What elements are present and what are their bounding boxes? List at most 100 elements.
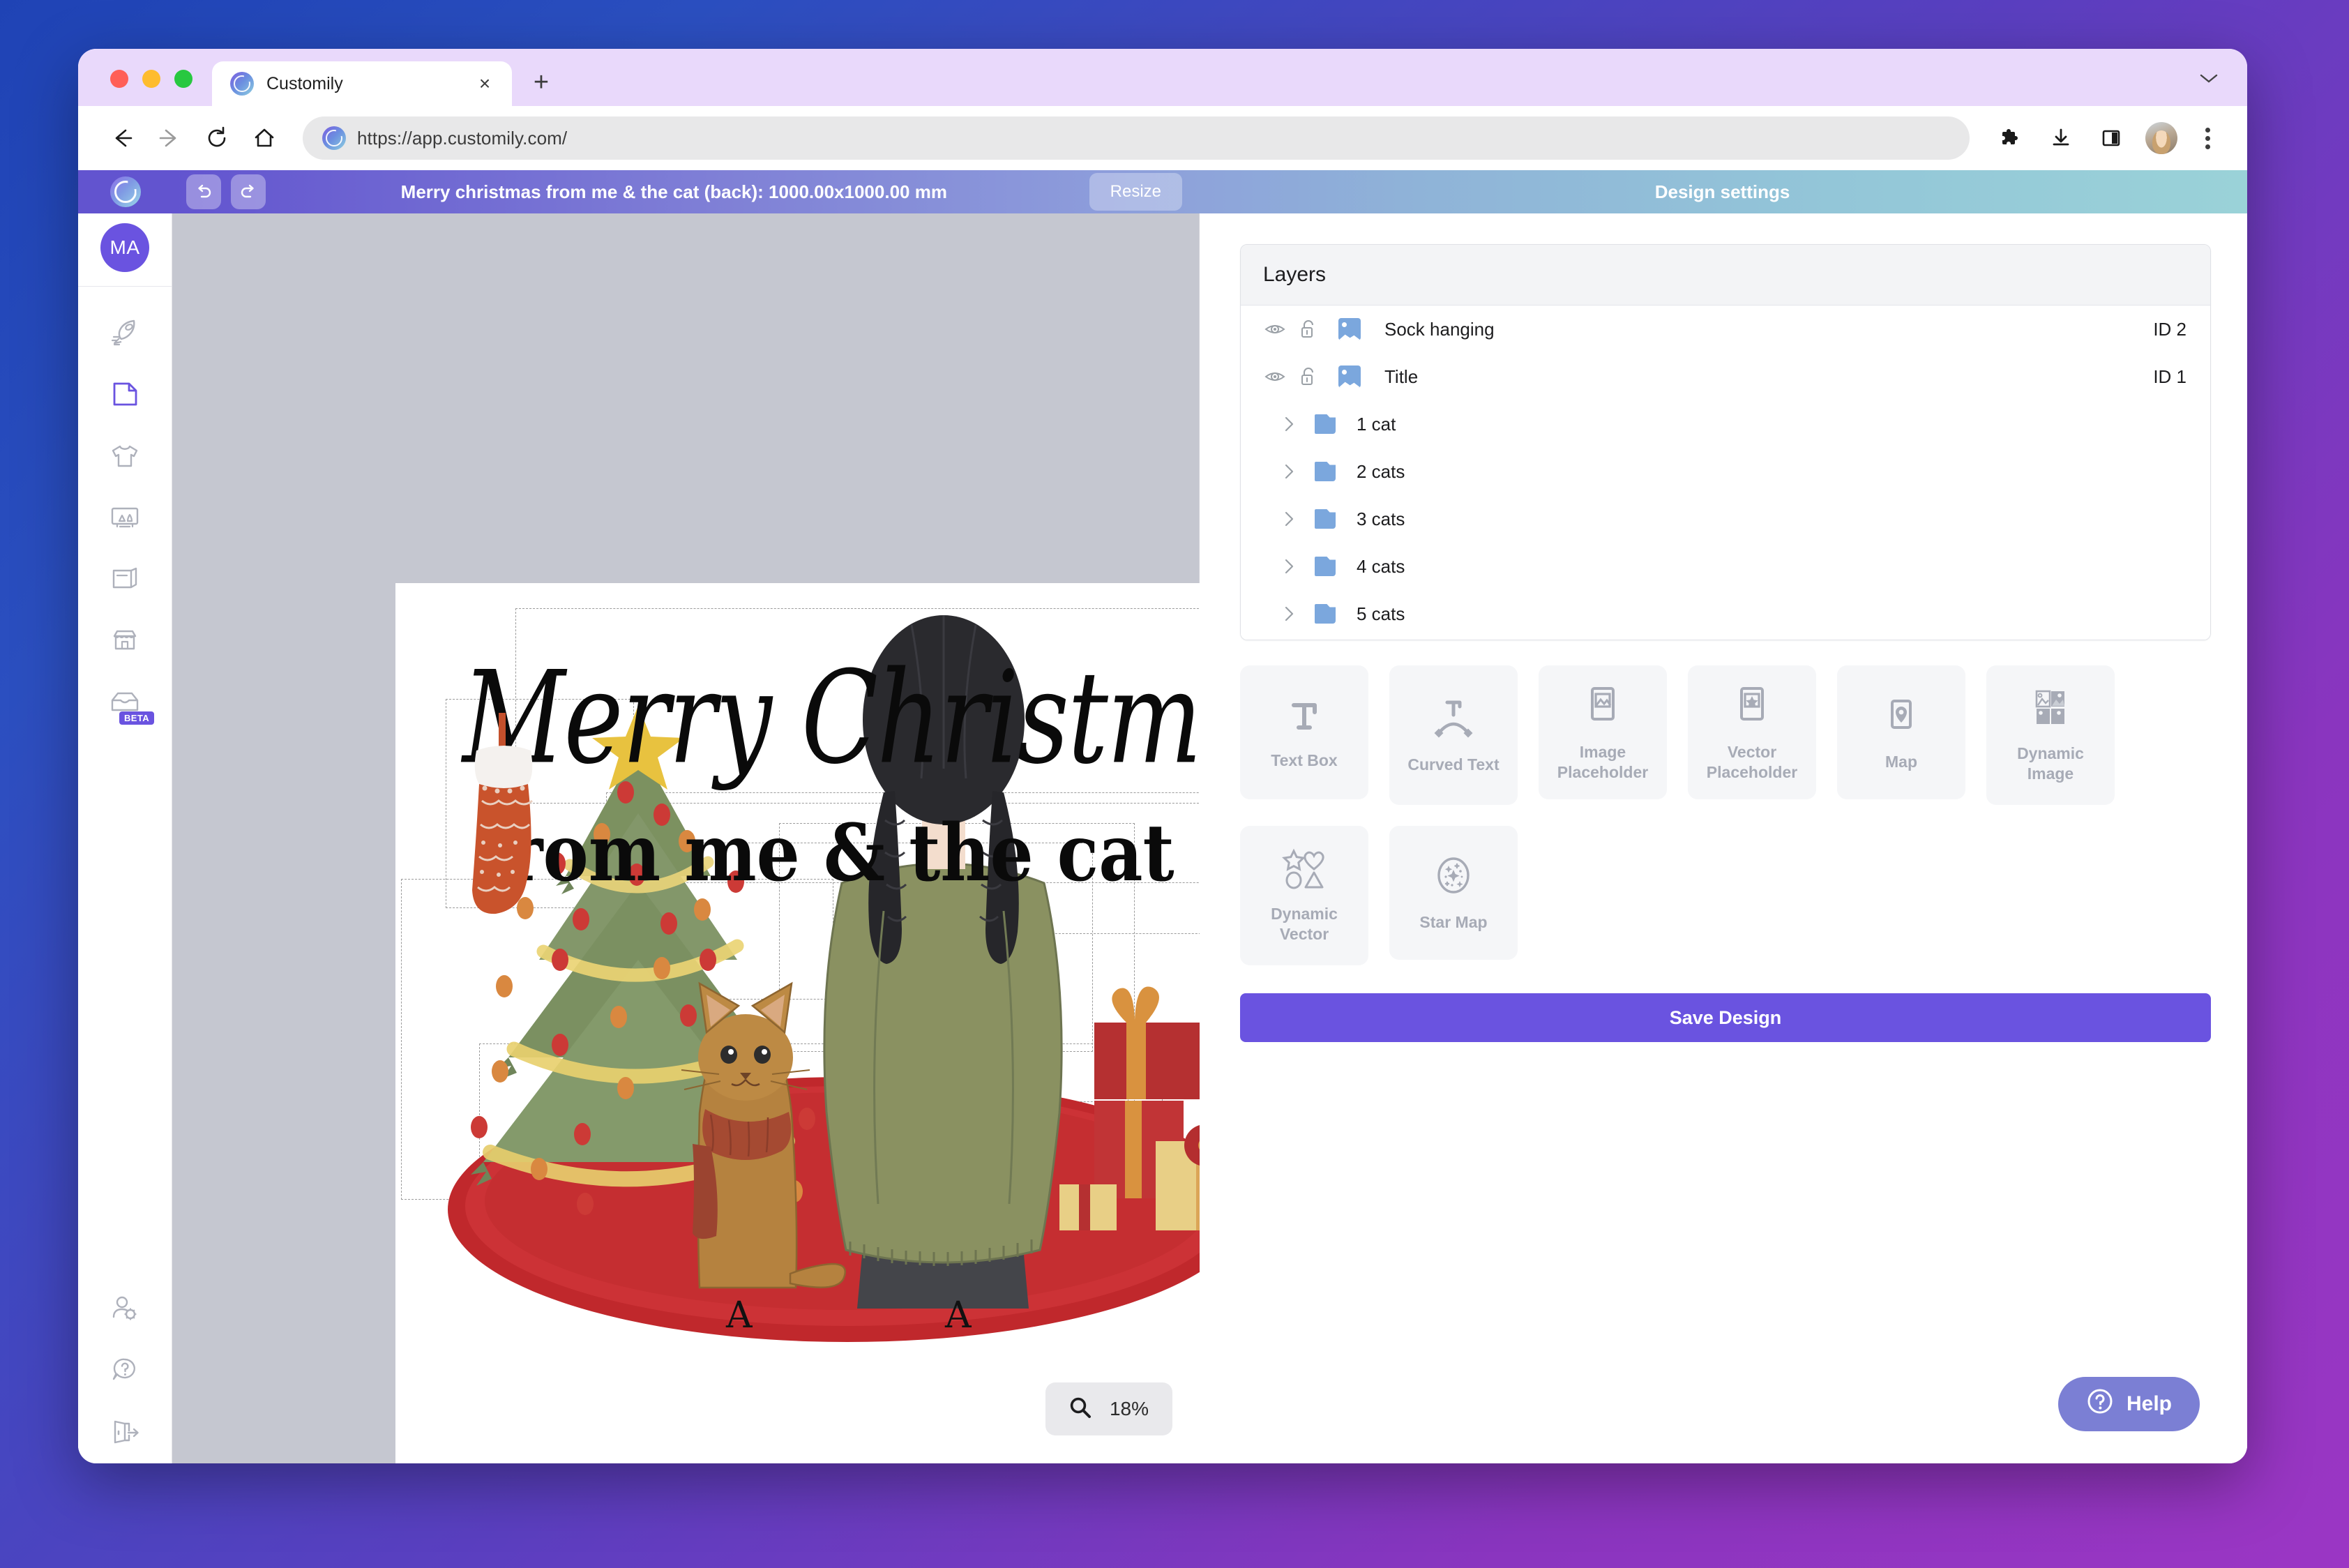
tool-label: Vector Placeholder <box>1688 742 1816 781</box>
maximize-window-button[interactable] <box>174 70 192 88</box>
rail-item-user-settings[interactable] <box>91 1279 158 1341</box>
new-tab-button[interactable]: + <box>523 64 559 100</box>
rail-item-help[interactable] <box>91 1341 158 1402</box>
rail-item-document[interactable] <box>91 365 158 426</box>
unlock-icon[interactable] <box>1299 319 1338 340</box>
canvas-area[interactable]: Merry Christmas from me & the cat <box>172 213 1200 1463</box>
layer-name: Sock hanging <box>1375 319 2153 340</box>
rail-item-rocket[interactable] <box>91 303 158 365</box>
chevron-right-icon[interactable] <box>1283 557 1315 575</box>
redo-button[interactable] <box>231 174 266 209</box>
question-circle-icon <box>2086 1387 2114 1421</box>
home-icon[interactable] <box>243 116 286 160</box>
address-bar[interactable]: https://app.customily.com/ <box>303 116 1970 160</box>
design-settings-title: Design settings <box>1198 181 2247 203</box>
help-button[interactable]: Help <box>2058 1377 2200 1431</box>
table-row[interactable]: 2 cats <box>1241 448 2210 495</box>
group-name: 3 cats <box>1347 508 2186 530</box>
add-dynamic-vector-button[interactable]: Dynamic Vector <box>1240 826 1368 965</box>
folder-icon <box>1315 414 1347 434</box>
group-name: 4 cats <box>1347 556 2186 578</box>
table-row[interactable]: 6 cats <box>1241 638 2210 640</box>
help-label: Help <box>2127 1392 2172 1416</box>
layer-name: Title <box>1375 366 2153 388</box>
undo-button[interactable] <box>186 174 221 209</box>
rocket-icon <box>107 315 142 354</box>
kebab-menu-icon[interactable] <box>2190 128 2225 149</box>
add-text-box-button[interactable]: Text Box <box>1240 665 1368 799</box>
download-icon[interactable] <box>2039 116 2083 160</box>
dynamic-vector-icon <box>1279 847 1329 894</box>
close-icon[interactable]: × <box>473 72 497 96</box>
app-brand[interactable] <box>78 170 172 213</box>
table-row[interactable]: 5 cats <box>1241 590 2210 638</box>
zoom-control[interactable]: 18% <box>1045 1382 1172 1435</box>
magnifier-icon <box>1069 1396 1092 1422</box>
chevron-right-icon[interactable] <box>1283 415 1315 433</box>
logout-icon <box>107 1414 143 1452</box>
divider <box>78 286 172 287</box>
zoom-level: 18% <box>1110 1398 1149 1420</box>
app-top-bar: Merry christmas from me & the cat (back)… <box>78 170 2247 213</box>
map-pin-icon <box>1878 693 1924 742</box>
reload-icon[interactable] <box>195 116 239 160</box>
rail-item-box[interactable]: BETA <box>91 672 158 733</box>
artboard[interactable]: Merry Christmas from me & the cat <box>395 583 1327 1463</box>
document-icon <box>107 377 142 415</box>
table-row[interactable]: 1 cat <box>1241 400 2210 448</box>
storefront-icon <box>107 622 142 661</box>
monitor-preview-icon <box>107 499 142 538</box>
chevron-right-icon[interactable] <box>1283 510 1315 528</box>
save-design-button[interactable]: Save Design <box>1240 993 2211 1042</box>
forward-arrow-icon[interactable] <box>148 116 191 160</box>
rail-item-tshirt[interactable] <box>91 426 158 488</box>
image-thumb-icon <box>1338 365 1375 388</box>
rail-item-store[interactable] <box>91 610 158 672</box>
chevron-down-icon[interactable] <box>2191 61 2226 96</box>
layers-panel: Layers Sock hanging ID 2 <box>1240 244 2211 640</box>
table-row[interactable]: Title ID 1 <box>1241 353 2210 400</box>
element-tools-grid: Text Box Curved Text <box>1240 665 2211 965</box>
curved-text-icon <box>1430 695 1476 745</box>
eye-icon[interactable] <box>1264 319 1299 340</box>
tshirt-icon <box>107 438 142 476</box>
profile-avatar[interactable] <box>2145 122 2177 154</box>
table-row[interactable]: 3 cats <box>1241 495 2210 543</box>
app-body: MA <box>78 213 2247 1463</box>
add-vector-placeholder-button[interactable]: Vector Placeholder <box>1688 665 1816 799</box>
folder-icon <box>1315 557 1347 576</box>
rail-item-preview[interactable] <box>91 488 158 549</box>
image-placeholder-icon <box>1580 683 1626 732</box>
resize-button[interactable]: Resize <box>1089 173 1182 211</box>
tool-label: Map <box>1880 752 1923 771</box>
unlock-icon[interactable] <box>1299 366 1338 387</box>
layers-list[interactable]: Sock hanging ID 2 Title <box>1241 306 2210 640</box>
close-window-button[interactable] <box>110 70 128 88</box>
table-row[interactable]: Sock hanging ID 2 <box>1241 306 2210 353</box>
vector-placeholder-icon <box>1729 683 1775 732</box>
add-dynamic-image-button[interactable]: Dynamic Image <box>1986 665 2115 805</box>
browser-toolbar: https://app.customily.com/ <box>78 106 2247 170</box>
side-panel-icon[interactable] <box>2090 116 2133 160</box>
text-box-icon <box>1283 694 1326 741</box>
group-name: 1 cat <box>1347 414 2186 435</box>
folder-icon <box>1315 604 1347 624</box>
table-row[interactable]: 4 cats <box>1241 543 2210 590</box>
add-image-placeholder-button[interactable]: Image Placeholder <box>1539 665 1667 799</box>
browser-tab[interactable]: Customily × <box>212 61 512 106</box>
eye-icon[interactable] <box>1264 366 1299 387</box>
minimize-window-button[interactable] <box>142 70 160 88</box>
sock-hanging-icon <box>395 583 1327 1463</box>
tool-label: Image Placeholder <box>1539 742 1667 781</box>
chevron-right-icon[interactable] <box>1283 605 1315 623</box>
rail-user-avatar[interactable]: MA <box>100 223 149 272</box>
chevron-right-icon[interactable] <box>1283 462 1315 481</box>
back-arrow-icon[interactable] <box>100 116 144 160</box>
rail-item-logout[interactable] <box>91 1402 158 1463</box>
rail-item-catalog[interactable] <box>91 549 158 610</box>
add-star-map-button[interactable]: Star Map <box>1389 826 1518 960</box>
extensions-puzzle-icon[interactable] <box>1989 116 2032 160</box>
add-curved-text-button[interactable]: Curved Text <box>1389 665 1518 805</box>
add-map-button[interactable]: Map <box>1837 665 1965 799</box>
tab-strip: Customily × + <box>78 49 2247 106</box>
